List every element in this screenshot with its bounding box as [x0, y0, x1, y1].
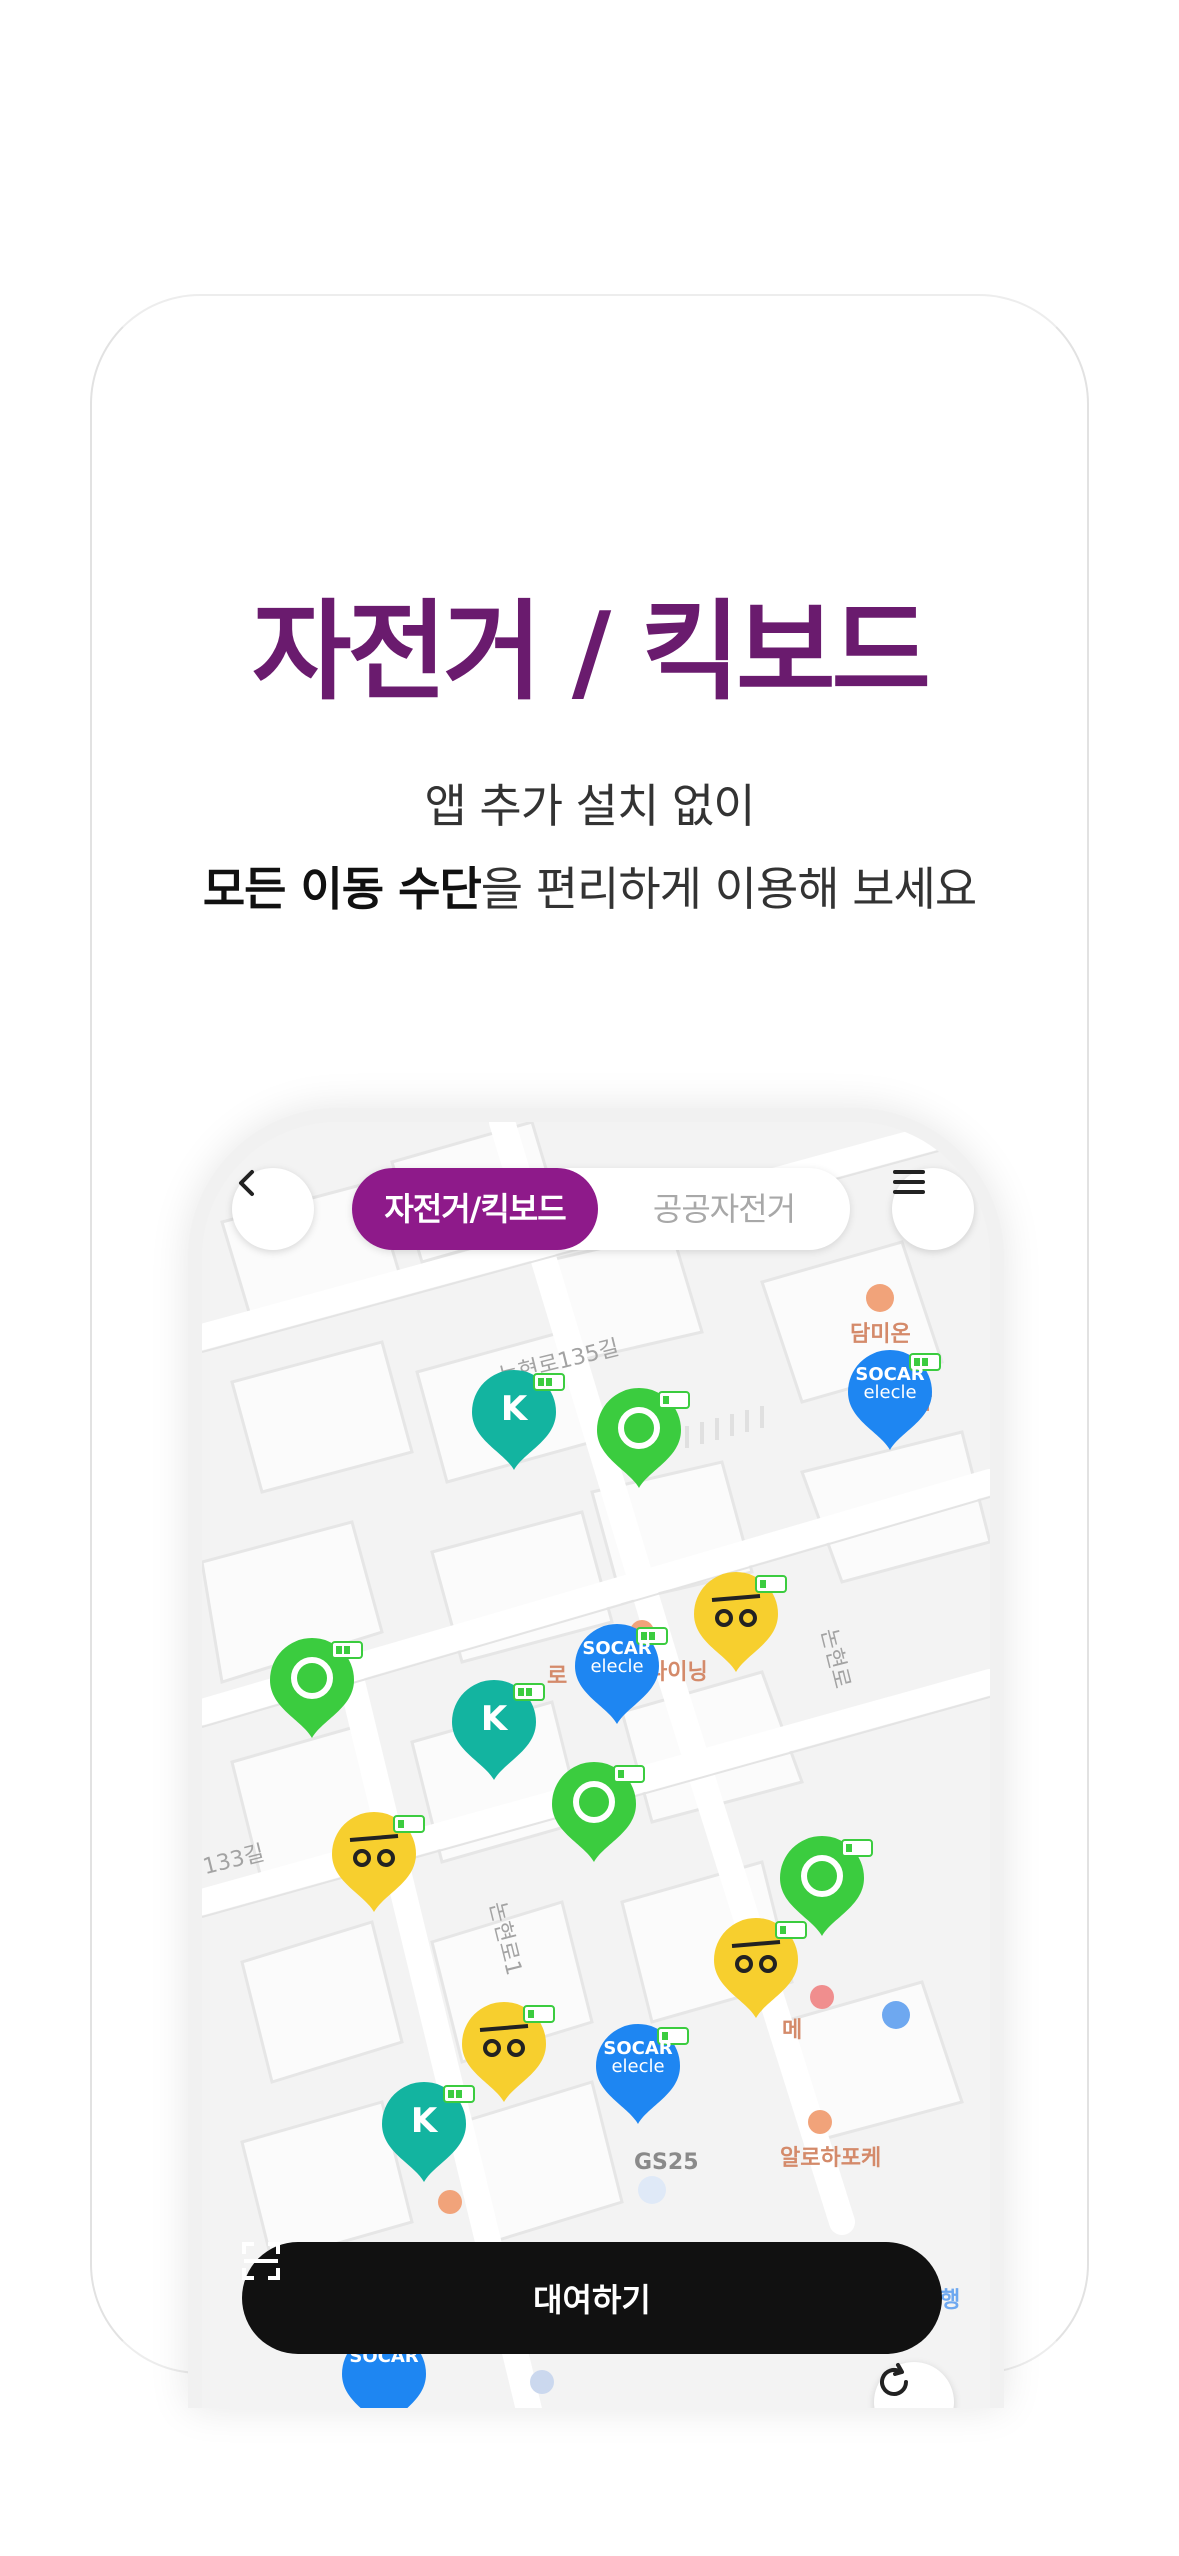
socar-logo: SOCAR elecle	[582, 1638, 652, 1677]
bike-pin[interactable]	[597, 1388, 690, 1488]
kickgoing-pin[interactable]: K	[452, 1680, 545, 1780]
scooter-pin[interactable]	[332, 1812, 425, 1912]
poi-label: 담미온	[850, 1322, 911, 1347]
tab-public-bike[interactable]: 공공자전거	[598, 1168, 850, 1250]
scooter-pin[interactable]	[694, 1572, 787, 1672]
poi-dot	[866, 1284, 894, 1312]
tab-bike-kickboard[interactable]: 자전거/킥보드	[352, 1168, 598, 1250]
poi-dot	[438, 2190, 462, 2214]
bus-stop-dot	[882, 2001, 910, 2029]
socar-elecle-pin[interactable]: SOCAR elecle	[575, 1624, 668, 1724]
bike-pin[interactable]	[552, 1762, 645, 1862]
subtitle-emphasis: 모든 이동 수단	[202, 862, 482, 916]
kickgoing-pin[interactable]: K	[472, 1370, 565, 1470]
poi-dot	[530, 2370, 554, 2394]
poi-label: 로	[547, 1664, 568, 1689]
scooter-pin[interactable]	[462, 2002, 555, 2102]
kickgoing-logo: K	[500, 1389, 528, 1429]
menu-button[interactable]	[892, 1168, 974, 1250]
subtitle-rest: 을 편리하게 이용해 보세요	[480, 862, 977, 916]
map-view[interactable]: 논현로135길 논현로 133길 논현로1 담미온 밥 다이닝 로 메 알로하포…	[202, 1122, 990, 2408]
rent-button-label: 대여하기	[533, 2281, 651, 2319]
scooter-pin[interactable]	[714, 1918, 807, 2018]
phone-mockup: 논현로135길 논현로 133길 논현로1 담미온 밥 다이닝 로 메 알로하포…	[188, 1108, 1004, 2408]
chevron-left-icon	[239, 1170, 254, 1196]
bike-pin[interactable]	[270, 1638, 363, 1738]
kickgoing-logo: K	[480, 1699, 508, 1739]
poi-label: 알로하포케	[780, 2146, 882, 2171]
hamburger-menu-icon	[893, 1170, 925, 1194]
rent-button[interactable]: 대여하기	[242, 2242, 942, 2354]
mode-segmented-control: 자전거/킥보드 공공자전거	[352, 1168, 850, 1250]
poi-dot	[808, 2110, 832, 2134]
subtitle-line-1: 앱 추가 설치 없이	[424, 779, 755, 833]
kickgoing-logo: K	[410, 2101, 438, 2141]
page: 자전거 / 킥보드 앱 추가 설치 없이 모든 이동 수단을 편리하게 이용해 …	[0, 0, 1179, 2556]
map-top-bar: 자전거/킥보드 공공자전거	[202, 1168, 990, 1250]
refresh-icon	[880, 2363, 908, 2396]
poi-label: GS25	[634, 2150, 699, 2175]
poi-dot	[810, 1985, 834, 2009]
subtitle-line-2: 모든 이동 수단을 편리하게 이용해 보세요	[0, 853, 1179, 919]
qr-scan-icon	[242, 2242, 280, 2280]
gs25-dot	[638, 2176, 666, 2204]
socar-elecle-pin[interactable]: SOCAR elecle	[596, 2024, 689, 2124]
kickgoing-pin[interactable]: K	[382, 2082, 475, 2182]
headline: 자전거 / 킥보드	[252, 590, 931, 715]
socar-logo: SOCAR elecle	[855, 1364, 925, 1403]
socar-elecle-pin[interactable]: SOCAR elecle	[848, 1350, 941, 1450]
back-button[interactable]	[232, 1168, 314, 1250]
socar-logo: SOCAR elecle	[603, 2038, 673, 2077]
poi-label: 행	[940, 2288, 961, 2313]
